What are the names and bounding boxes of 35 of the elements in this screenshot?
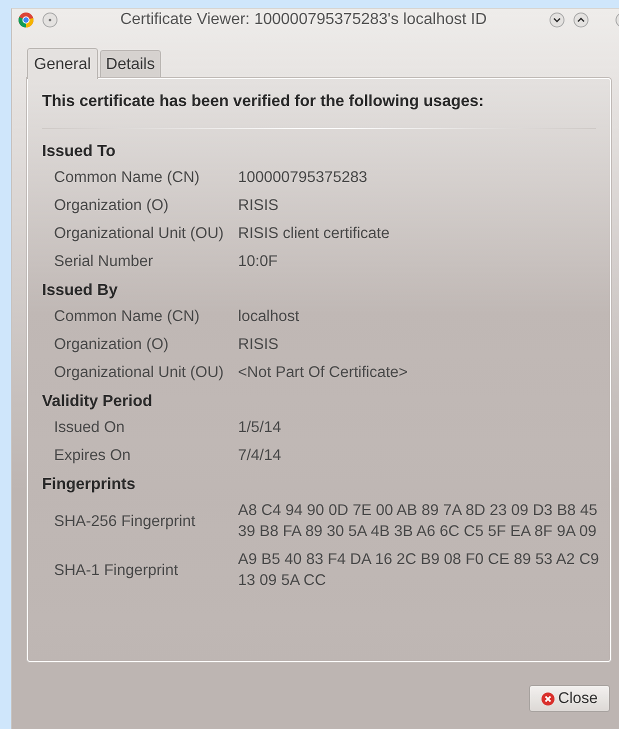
- field-value: 7/4/14: [238, 446, 282, 466]
- close-button[interactable]: Close: [529, 685, 610, 712]
- tab[interactable]: Details: [100, 50, 161, 78]
- field-label: Organization (O): [54, 196, 170, 215]
- field-value: RISIS client certificate: [238, 224, 391, 244]
- field-value: 1/5/14: [238, 418, 282, 438]
- field-label: Common Name (CN): [54, 168, 201, 187]
- maximize-icon[interactable]: [573, 12, 589, 28]
- field-label: Common Name (CN): [54, 307, 201, 326]
- field-value: A9 B5 40 83 F4 DA 16 2C B9 08 F0 CE 89 53 A2 C9 13 09 5A CC: [238, 550, 600, 591]
- field-label: SHA-256 Fingerprint: [54, 512, 196, 530]
- field-label: Serial Number: [54, 252, 154, 271]
- field-label: Expires On: [54, 446, 132, 465]
- section-heading: Validity Period: [42, 393, 154, 411]
- field-value: RISIS: [238, 335, 280, 355]
- field-value: 100000795375283: [238, 168, 368, 188]
- window-title: Certificate Viewer: 100000795375283's localhost ID: [119, 11, 488, 29]
- section-heading: Issued To: [42, 143, 116, 161]
- field-value: 10:0F: [238, 252, 279, 272]
- field-value: A8 C4 94 90 0D 7E 00 AB 89 7A 8D 23 09 D3 B8 45 39 B8 FA 89 30 5A 4B 3B A6 6C C5 5F EA 8F 9A 09: [238, 501, 598, 542]
- minimize-icon[interactable]: [549, 12, 565, 28]
- field-value: localhost: [238, 307, 300, 327]
- field-label: Organizational Unit (OU): [54, 363, 225, 382]
- field-label: Organization (O): [54, 335, 170, 354]
- close-icon: [541, 692, 556, 706]
- panel-heading: This certificate has been verified for the following usages:: [42, 93, 485, 111]
- section-heading: Issued By: [42, 282, 119, 300]
- browser-logo-icon: [18, 12, 34, 28]
- field-label: Organizational Unit (OU): [54, 224, 225, 243]
- section-heading: Fingerprints: [42, 476, 136, 494]
- tab[interactable]: General: [27, 48, 98, 79]
- field-value: RISIS: [238, 196, 280, 216]
- field-label: SHA-1 Fingerprint: [54, 560, 180, 580]
- field-value: <Not Part Of Certificate>: [238, 363, 409, 383]
- field-label: Issued On: [54, 418, 126, 437]
